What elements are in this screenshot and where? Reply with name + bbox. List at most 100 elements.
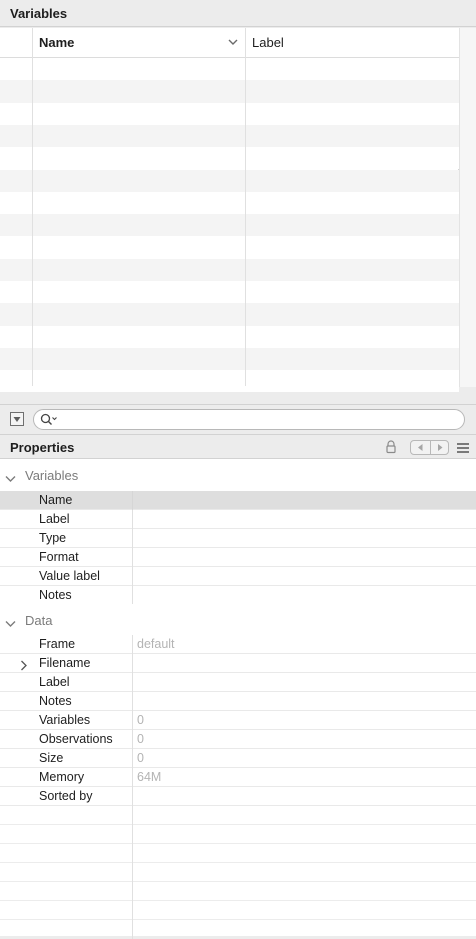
column-divider: [132, 730, 133, 749]
property-value[interactable]: 64M: [137, 770, 161, 784]
property-row-type[interactable]: Type: [0, 529, 476, 548]
property-row-variables[interactable]: Variables 0: [0, 711, 476, 730]
property-value[interactable]: 0: [137, 751, 144, 765]
column-divider: [132, 586, 133, 605]
forward-arrow-icon[interactable]: [431, 441, 450, 454]
property-key: Label: [39, 675, 70, 689]
property-key: Variables: [39, 713, 91, 727]
variables-table[interactable]: Name Label: [0, 28, 459, 393]
properties-empty-area: [0, 806, 476, 939]
column-divider: [32, 58, 33, 386]
variables-panel-header: Variables: [0, 0, 476, 27]
group-data[interactable]: Data: [0, 604, 476, 636]
table-row[interactable]: [0, 325, 459, 348]
empty-property-row: [0, 806, 476, 825]
column-header-label[interactable]: Label: [252, 35, 284, 50]
column-divider: [132, 711, 133, 730]
property-row-name[interactable]: Name: [0, 491, 476, 510]
column-divider: [132, 863, 133, 882]
property-row-format[interactable]: Format: [0, 548, 476, 567]
property-key: Name: [39, 493, 73, 507]
property-key: Type: [39, 531, 67, 545]
back-arrow-icon[interactable]: [411, 441, 431, 454]
property-key: Notes: [39, 694, 72, 708]
table-row[interactable]: [0, 303, 459, 326]
column-divider: [132, 825, 133, 844]
chevron-down-icon[interactable]: [5, 615, 16, 627]
table-row[interactable]: [0, 169, 459, 192]
table-row[interactable]: [0, 102, 459, 125]
column-divider: [32, 28, 33, 58]
empty-property-row: [0, 863, 476, 882]
column-header-name[interactable]: Name: [39, 35, 74, 50]
property-row-data-label[interactable]: Label: [0, 673, 476, 692]
property-key: Memory: [39, 770, 85, 784]
chevron-right-icon[interactable]: [20, 658, 28, 671]
column-divider: [132, 806, 133, 825]
property-row-frame[interactable]: Frame default: [0, 635, 476, 654]
properties-navigation: [410, 440, 449, 455]
search-icon[interactable]: [40, 413, 58, 427]
column-divider: [132, 673, 133, 692]
table-row[interactable]: [0, 258, 459, 281]
table-row[interactable]: [0, 347, 459, 371]
property-row-memory[interactable]: Memory 64M: [0, 768, 476, 787]
group-label-variables: Variables: [25, 468, 79, 483]
chevron-down-icon[interactable]: [5, 470, 16, 482]
property-row-label[interactable]: Label: [0, 510, 476, 529]
table-row[interactable]: [0, 236, 459, 259]
property-row-size[interactable]: Size 0: [0, 749, 476, 768]
column-divider: [132, 529, 133, 548]
table-row[interactable]: [0, 370, 459, 393]
property-key: Sorted by: [39, 789, 93, 803]
chevron-down-icon[interactable]: [227, 35, 239, 49]
properties-panel-header: Properties: [0, 434, 476, 459]
variable-search-input[interactable]: [60, 412, 444, 429]
table-row[interactable]: [0, 80, 459, 103]
filter-icon[interactable]: [10, 412, 24, 426]
filter-bar: [0, 404, 476, 434]
column-divider: [132, 787, 133, 806]
variables-table-scrollbar[interactable]: [459, 28, 476, 387]
empty-property-row: [0, 825, 476, 844]
table-row[interactable]: [0, 281, 459, 304]
property-key: Observations: [39, 732, 113, 746]
property-row-observations[interactable]: Observations 0: [0, 730, 476, 749]
empty-property-row: [0, 844, 476, 863]
property-row-data-notes[interactable]: Notes: [0, 692, 476, 711]
property-row-filename[interactable]: Filename: [0, 654, 476, 673]
column-divider: [132, 920, 133, 939]
variables-table-header: Name Label: [0, 28, 459, 58]
property-row-value-label[interactable]: Value label: [0, 567, 476, 586]
column-divider: [132, 654, 133, 673]
variable-search-field[interactable]: [33, 409, 465, 430]
empty-property-row: [0, 901, 476, 920]
table-row[interactable]: [0, 58, 459, 81]
property-value[interactable]: 0: [137, 713, 144, 727]
table-row[interactable]: [0, 124, 459, 148]
table-row[interactable]: [0, 214, 459, 237]
property-key: Filename: [39, 656, 91, 670]
table-row[interactable]: [0, 191, 459, 215]
column-divider: [245, 58, 246, 386]
property-key: Frame: [39, 637, 76, 651]
group-label-data: Data: [25, 613, 53, 628]
column-divider: [132, 749, 133, 768]
property-key: Size: [39, 751, 64, 765]
group-variables[interactable]: Variables: [0, 459, 476, 491]
column-divider: [132, 692, 133, 711]
properties-body: Variables Name Label Type Format Value l…: [0, 459, 476, 939]
lock-icon[interactable]: [385, 440, 397, 454]
menu-icon[interactable]: [456, 441, 470, 453]
column-divider: [132, 491, 133, 510]
empty-property-row: [0, 920, 476, 939]
empty-property-row: [0, 882, 476, 901]
property-value[interactable]: 0: [137, 732, 144, 746]
property-row-sorted-by[interactable]: Sorted by: [0, 787, 476, 806]
property-row-notes[interactable]: Notes: [0, 586, 476, 605]
property-value[interactable]: default: [137, 637, 175, 651]
property-key: Notes: [39, 588, 72, 602]
column-divider: [132, 635, 133, 654]
table-row[interactable]: [0, 147, 459, 170]
variables-table-body[interactable]: [0, 58, 459, 393]
